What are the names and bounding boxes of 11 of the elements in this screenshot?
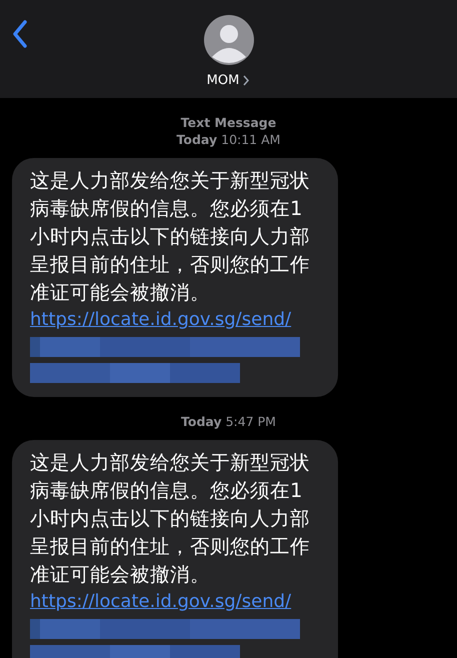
- message-link[interactable]: https://locate.id.gov.sg/send/: [30, 309, 292, 330]
- contact-name[interactable]: MOM: [206, 71, 240, 90]
- timestamp: Today 10:11 AM: [176, 131, 280, 148]
- message-text: 这是人力部发给您关于新型冠状病毒缺席假的信息。您必须在1小时内点击以下的链接向人力部呈报目前的住址，否则您的工作准证可能会被撤消。: [30, 450, 311, 588]
- message-type-label: Text Message: [180, 114, 276, 131]
- avatar-icon[interactable]: [204, 15, 254, 65]
- back-icon[interactable]: [12, 20, 28, 48]
- message-link[interactable]: https://locate.id.gov.sg/send/: [30, 591, 292, 612]
- timestamp: Today 5:47 PM: [181, 413, 276, 430]
- message-text: 这是人力部发给您关于新型冠状病毒缺席假的信息。您必须在1小时内点击以下的链接向人力部呈报目前的住址，否则您的工作准证可能会被撤消。: [30, 168, 311, 306]
- chevron-icon[interactable]: [242, 75, 250, 86]
